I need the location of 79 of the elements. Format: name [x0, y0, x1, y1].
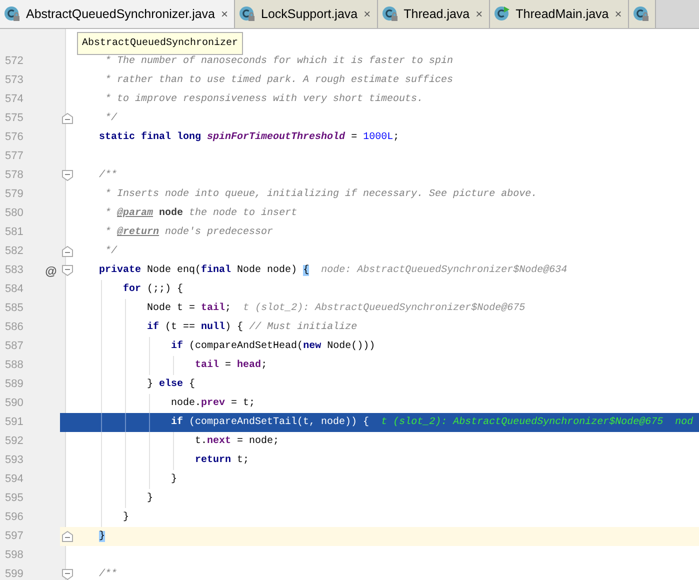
line-number: 579: [4, 187, 24, 202]
code-text: tail = head;: [194, 358, 268, 373]
code-text: * rather than to use timed park. A rough estimate suffices: [104, 74, 454, 88]
code-text: }: [98, 530, 106, 544]
line-number: 588: [4, 358, 24, 374]
code-text: if (compareAndSetHead(new Node())): [170, 340, 376, 354]
tooltip: AbstractQueuedSynchronizer: [77, 32, 244, 55]
line-number: 583: [4, 263, 24, 278]
line-number: 575: [4, 111, 24, 126]
code-text: * to improve responsiveness with very short timeouts.: [104, 92, 424, 107]
code-text: }: [170, 472, 178, 487]
code-text: }: [122, 510, 130, 525]
line-number: 599: [4, 567, 24, 580]
editor-tab[interactable]: [628, 0, 656, 28]
editor-tab[interactable]: ThreadMain.java ×: [490, 0, 629, 28]
locked-class-icon: [239, 6, 256, 22]
line-number: 578: [4, 168, 24, 184]
locked-class-icon: [382, 6, 398, 22]
override-marker[interactable]: @: [45, 262, 57, 280]
code-text: * @param node the node to insert: [104, 206, 298, 221]
line-number: 587: [4, 339, 24, 354]
close-icon[interactable]: ×: [364, 5, 371, 23]
line-number: 586: [4, 320, 24, 336]
code-text: for (;;) {: [122, 282, 184, 297]
code-text: /**: [98, 568, 118, 580]
editor-tab[interactable]: AbstractQueuedSynchronizer.java ×: [0, 0, 236, 28]
code-text: if (compareAndSetTail(t, node)) {: [170, 416, 370, 430]
fold-icon[interactable]: [62, 265, 73, 276]
inline-value: t (slot_2): AbstractQueuedSynchronizer$Node@675: [243, 302, 526, 316]
line-number: 594: [4, 472, 24, 488]
fold-icon[interactable]: [62, 113, 73, 124]
close-icon[interactable]: ×: [221, 5, 228, 23]
code-text: node.prev = t;: [170, 396, 256, 411]
line-number: 574: [4, 92, 24, 108]
close-icon[interactable]: ×: [476, 5, 483, 23]
code-text: /**: [98, 168, 118, 183]
code-text: t.next = node;: [194, 434, 280, 449]
code-text: private Node enq(final Node node) {: [98, 264, 310, 278]
close-icon[interactable]: ×: [614, 5, 622, 23]
line-number: 593: [4, 453, 24, 468]
code-text: Node t = tail;: [146, 302, 232, 316]
line-number: 573: [4, 73, 24, 88]
line-number: 589: [4, 377, 24, 392]
code-text: }: [146, 492, 154, 506]
editor-tab[interactable]: Thread.java ×: [378, 0, 490, 28]
line-number: 595: [4, 491, 24, 506]
line-number: 582: [4, 244, 24, 260]
locked-class-icon: [632, 6, 649, 22]
code-text: */: [104, 112, 118, 126]
code-text: } else {: [146, 378, 196, 392]
line-number: 592: [4, 434, 24, 450]
line-number: 577: [4, 149, 24, 164]
line-number: 598: [4, 548, 24, 564]
code-text: return t;: [194, 454, 250, 468]
code-text: static final long spinForTimeoutThreshold = 1000L;: [98, 130, 400, 145]
line-number: 585: [4, 301, 24, 316]
inline-value: t (slot_2): AbstractQueuedSynchronizer$Node@675 nod: [381, 416, 694, 430]
line-number: 591: [4, 415, 24, 430]
inline-value: node: AbstractQueuedSynchronizer$Node@634: [321, 264, 568, 278]
runnable-class-icon: [494, 6, 510, 22]
code-text: * @return node's predecessor: [104, 226, 274, 240]
locked-class-icon: [4, 6, 20, 22]
line-number: 581: [4, 225, 24, 240]
fold-icon[interactable]: [62, 170, 73, 181]
editor-tab[interactable]: LockSupport.java ×: [235, 0, 378, 28]
line-number: 580: [4, 206, 24, 222]
code-text: */: [104, 244, 118, 259]
fold-icon[interactable]: [62, 246, 73, 257]
line-number: 572: [4, 54, 24, 70]
fold-icon[interactable]: [62, 569, 73, 580]
fold-icon[interactable]: [62, 531, 73, 542]
line-number: 584: [4, 282, 24, 298]
line-number: 596: [4, 510, 24, 526]
code-text: * The number of nanoseconds for which it is faster to spin: [104, 54, 454, 69]
code-text: if (t == null) { // Must initialize: [146, 320, 358, 335]
line-number: 576: [4, 130, 24, 146]
line-number: 597: [4, 529, 24, 544]
line-number: 590: [4, 396, 24, 412]
code-text: * Inserts node into queue, initializing if necessary. See picture above.: [104, 188, 538, 202]
